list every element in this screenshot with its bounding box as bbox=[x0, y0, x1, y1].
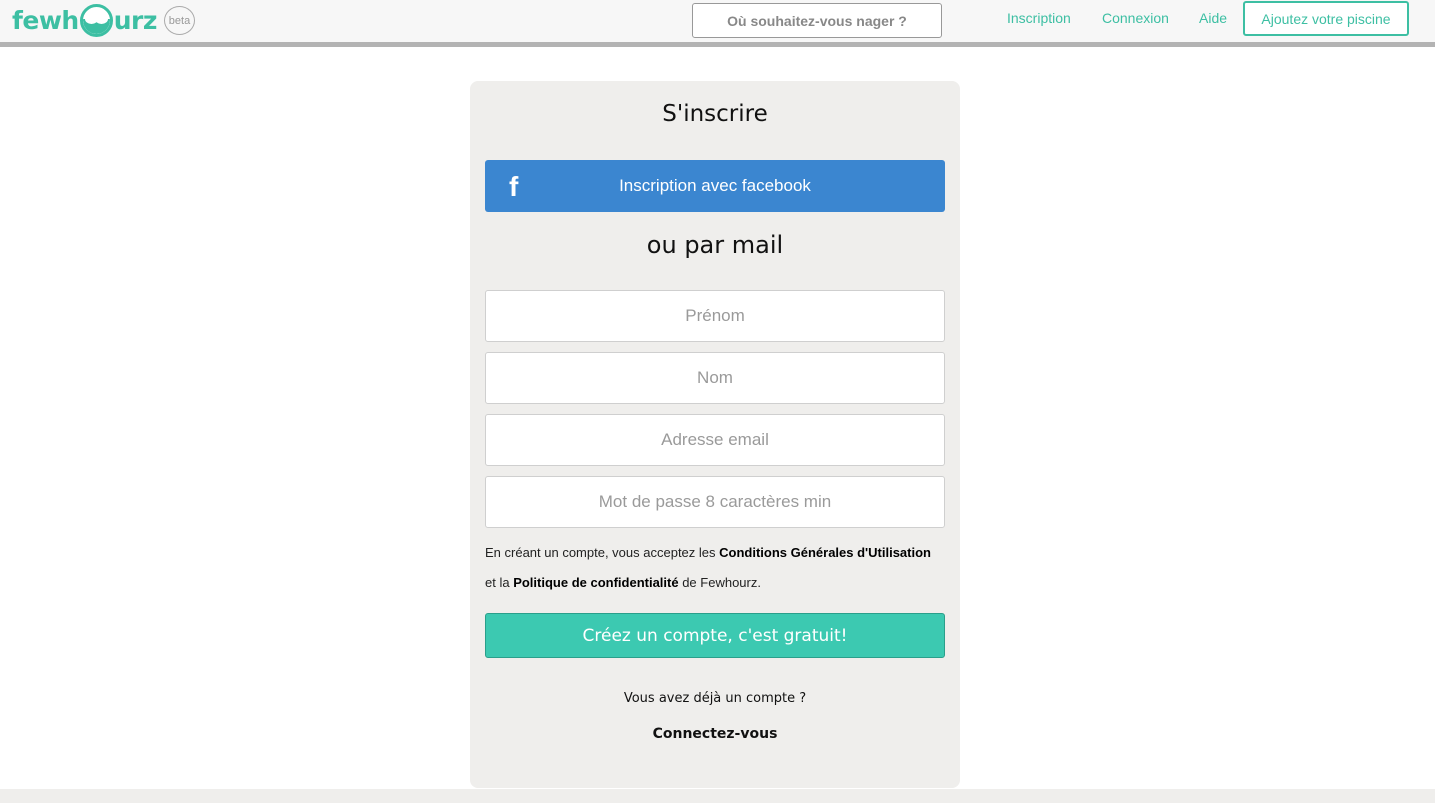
login-link[interactable]: Connectez-vous bbox=[470, 726, 960, 742]
search-input[interactable]: Où souhaitez-vous nager ? bbox=[692, 3, 942, 38]
add-pool-button[interactable]: Ajoutez votre piscine bbox=[1243, 1, 1409, 36]
or-mail-heading: ou par mail bbox=[646, 231, 784, 259]
first-name-field[interactable] bbox=[485, 290, 945, 342]
signup-card: S'inscrire f Inscription avec facebook o… bbox=[470, 81, 960, 788]
email-field[interactable] bbox=[485, 414, 945, 466]
create-account-button[interactable]: Créez un compte, c'est gratuit! bbox=[485, 613, 945, 658]
facebook-icon: f bbox=[509, 171, 519, 202]
nav-aide-link[interactable]: Aide bbox=[1199, 10, 1227, 26]
terms-text: En créant un compte, vous acceptez les C… bbox=[485, 538, 945, 598]
nav-inscription-link[interactable]: Inscription bbox=[1007, 10, 1071, 26]
fewhourz-logo[interactable]: fewh urz bbox=[12, 3, 157, 37]
cgu-link[interactable]: Conditions Générales d'Utilisation bbox=[719, 545, 931, 560]
facebook-signup-button[interactable]: f Inscription avec facebook bbox=[485, 160, 945, 212]
facebook-signup-label: Inscription avec facebook bbox=[619, 176, 811, 195]
logo-water-icon bbox=[79, 3, 113, 37]
password-field[interactable] bbox=[485, 476, 945, 528]
footer-strip bbox=[0, 789, 1435, 803]
terms-suffix: de Fewhourz. bbox=[678, 575, 761, 590]
terms-middle: et la bbox=[485, 575, 514, 590]
logo-text-right: urz bbox=[113, 5, 158, 35]
logo-text-left: fewh bbox=[12, 5, 79, 35]
already-account-text: Vous avez déjà un compte ? bbox=[623, 691, 807, 706]
terms-prefix: En créant un compte, vous acceptez les bbox=[485, 545, 720, 560]
page-title: S'inscrire bbox=[662, 101, 768, 127]
last-name-field[interactable] bbox=[485, 352, 945, 404]
privacy-link[interactable]: Politique de confidentialité bbox=[513, 575, 678, 590]
beta-badge: beta bbox=[164, 6, 195, 35]
nav-connexion-link[interactable]: Connexion bbox=[1102, 10, 1169, 26]
top-header: fewh urz beta Où souhaitez-vous nager ? … bbox=[0, 0, 1435, 47]
